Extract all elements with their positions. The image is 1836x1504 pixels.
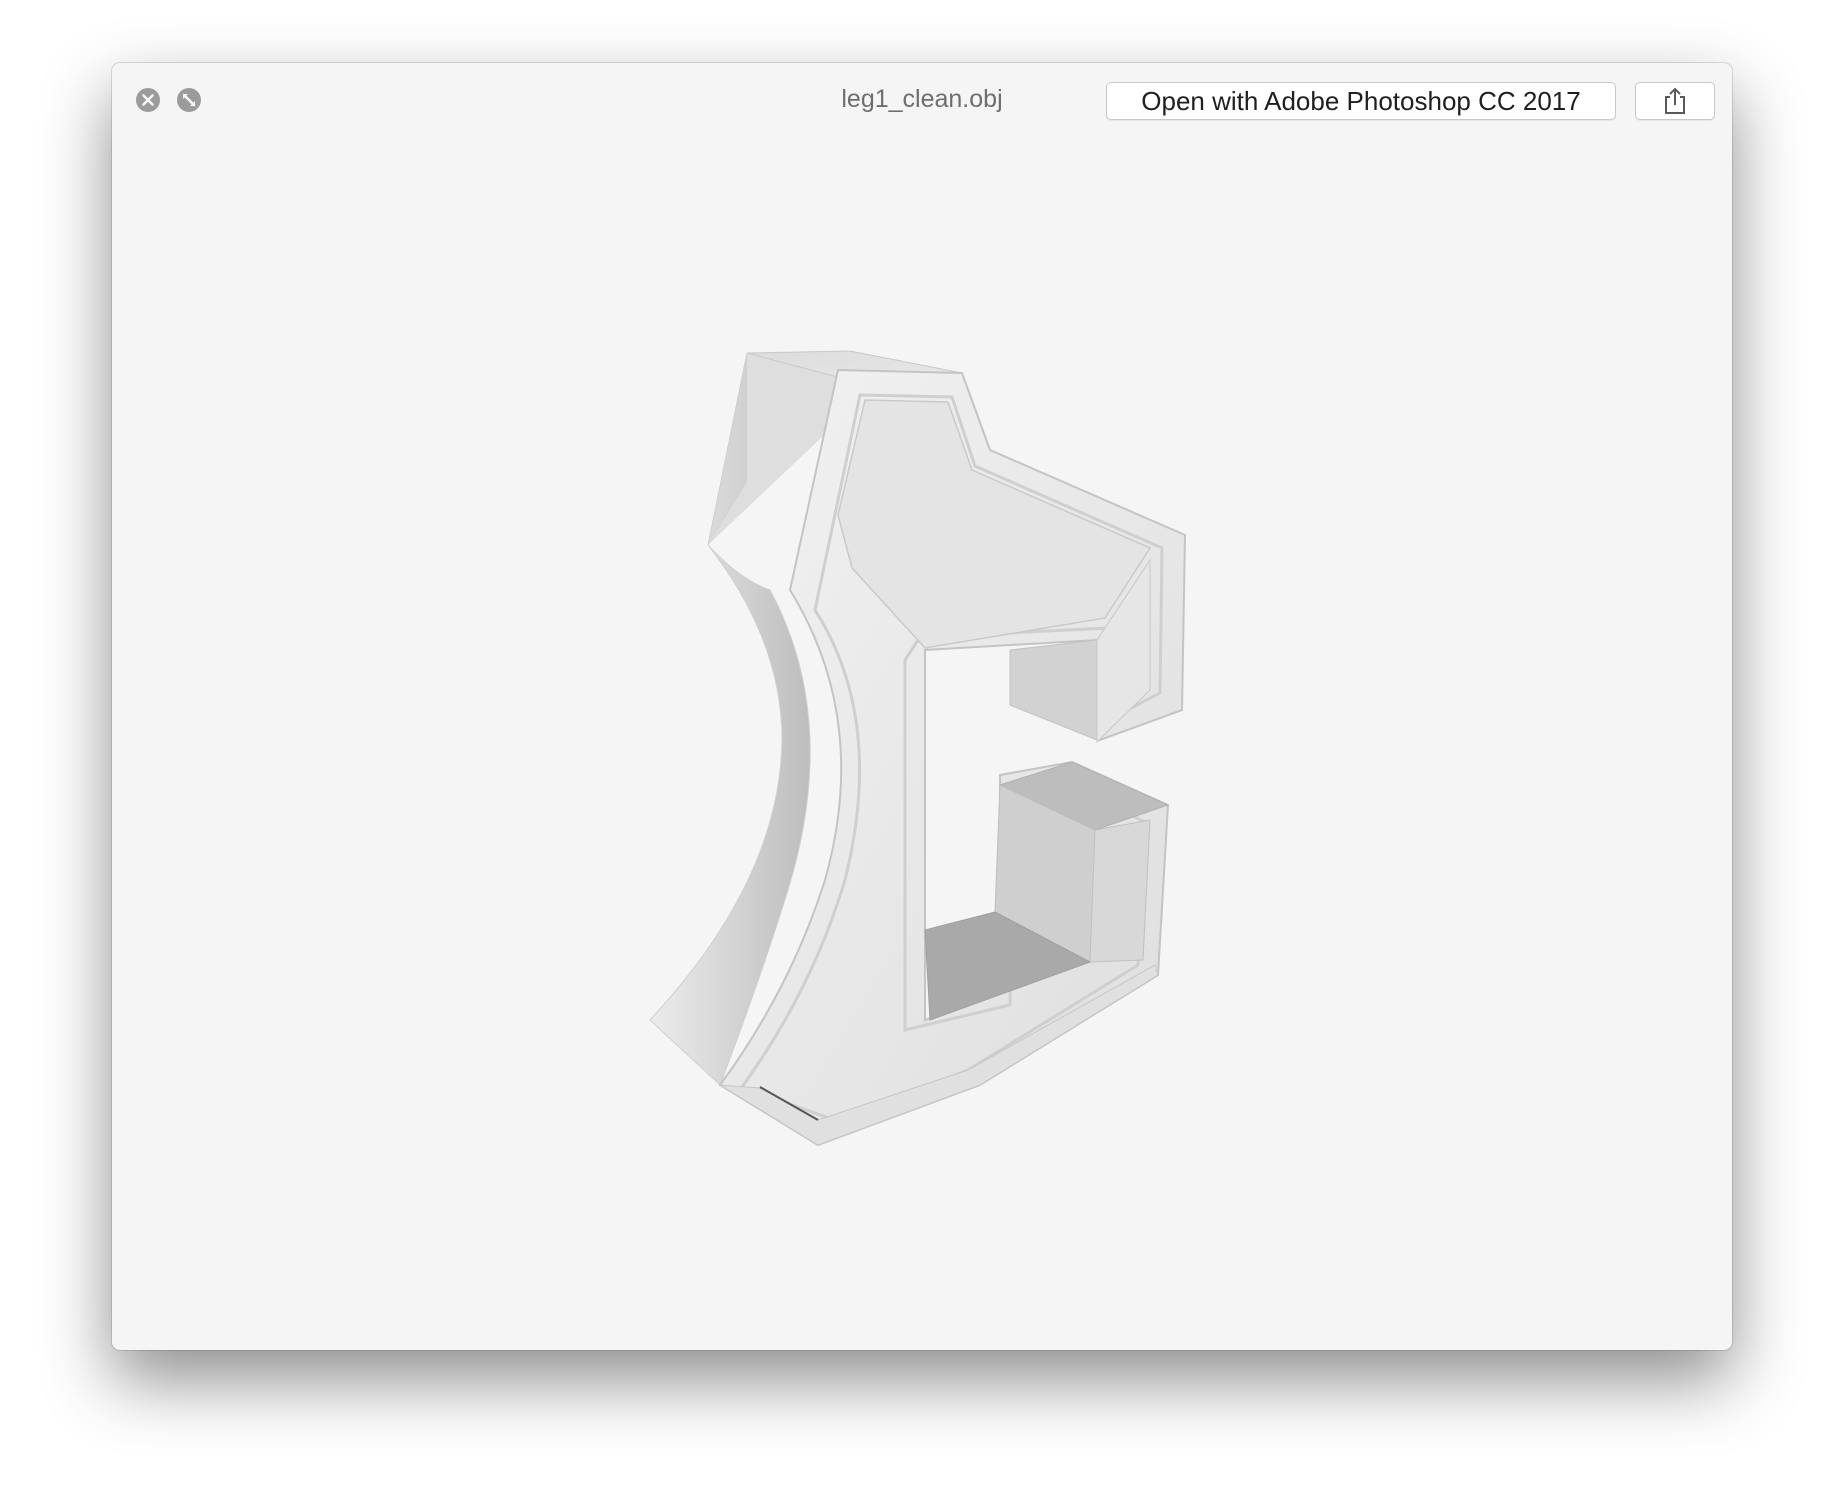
- fullscreen-icon: [182, 93, 196, 107]
- 3d-model-render[interactable]: [112, 143, 1732, 1350]
- share-icon: [1665, 87, 1685, 114]
- share-button[interactable]: [1635, 82, 1715, 120]
- title-bar[interactable]: leg1_clean.obj Open with Adobe Photoshop…: [112, 63, 1732, 143]
- quicklook-window: leg1_clean.obj Open with Adobe Photoshop…: [112, 63, 1732, 1350]
- close-icon: [142, 94, 154, 106]
- close-button[interactable]: [136, 88, 160, 112]
- fullscreen-button[interactable]: [177, 88, 201, 112]
- model-viewport[interactable]: [112, 143, 1732, 1350]
- open-with-button[interactable]: Open with Adobe Photoshop CC 2017: [1106, 82, 1616, 120]
